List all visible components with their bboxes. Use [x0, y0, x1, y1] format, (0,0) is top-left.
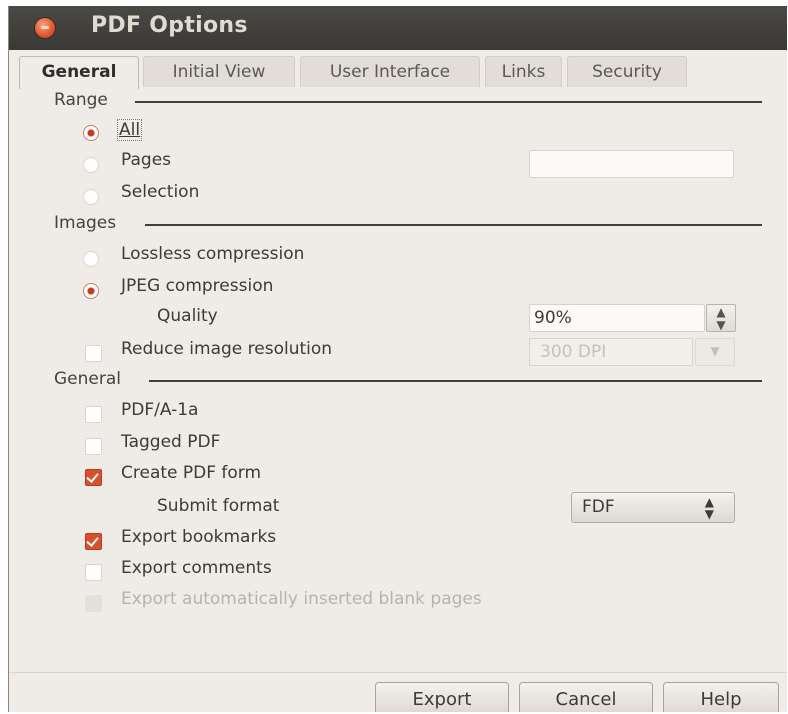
- images-divider: [145, 224, 762, 226]
- lossless-label[interactable]: Lossless compression: [121, 244, 304, 264]
- range-all-text: All: [119, 120, 141, 140]
- range-selection-radio[interactable]: [83, 189, 99, 205]
- resolution-dropdown-arrow-icon: ▼: [695, 338, 735, 366]
- pdf-options-dialog: PDF Options General Initial View User In…: [8, 6, 787, 712]
- range-section-label: Range: [54, 90, 108, 110]
- range-divider: [135, 101, 762, 103]
- general-section-label: General: [54, 369, 121, 389]
- tab-user-interface[interactable]: User Interface: [300, 56, 480, 87]
- tab-general[interactable]: General: [19, 56, 139, 89]
- tab-initial-view[interactable]: Initial View: [143, 56, 295, 87]
- reduce-resolution-checkbox[interactable]: [85, 345, 102, 362]
- general-divider: [149, 380, 762, 382]
- range-pages-radio[interactable]: [83, 157, 99, 173]
- close-icon[interactable]: [35, 18, 55, 38]
- reduce-resolution-label[interactable]: Reduce image resolution: [121, 339, 332, 359]
- range-all-label[interactable]: All: [117, 119, 143, 141]
- pdfa-label[interactable]: PDF/A-1a: [121, 400, 198, 420]
- pdfa-checkbox[interactable]: [85, 406, 102, 423]
- create-pdf-form-label[interactable]: Create PDF form: [121, 463, 261, 483]
- resolution-combo: 300 DPI: [529, 338, 693, 366]
- export-comments-checkbox[interactable]: [85, 564, 102, 581]
- title-bar: PDF Options: [9, 6, 787, 50]
- export-blank-pages-label: Export automatically inserted blank page…: [121, 589, 482, 609]
- submit-format-combo[interactable]: FDF ▲ ▼: [571, 492, 735, 523]
- button-area-divider: [9, 672, 787, 673]
- jpeg-label[interactable]: JPEG compression: [121, 276, 273, 296]
- export-comments-label[interactable]: Export comments: [121, 558, 272, 578]
- export-bookmarks-checkbox[interactable]: [85, 533, 102, 550]
- cancel-button[interactable]: Cancel: [519, 682, 653, 712]
- submit-format-value: FDF: [582, 497, 615, 517]
- create-pdf-form-checkbox[interactable]: [85, 469, 102, 486]
- submit-format-label: Submit format: [157, 496, 280, 516]
- lossless-radio[interactable]: [83, 251, 99, 267]
- jpeg-radio[interactable]: [83, 283, 99, 299]
- export-bookmarks-label[interactable]: Export bookmarks: [121, 527, 276, 547]
- tagged-pdf-label[interactable]: Tagged PDF: [121, 432, 220, 452]
- export-button[interactable]: Export: [375, 682, 509, 712]
- tab-links[interactable]: Links: [485, 56, 562, 87]
- pages-input[interactable]: [529, 150, 734, 178]
- updown-arrow-icon: ▲ ▼: [704, 495, 714, 521]
- export-blank-pages-checkbox: [85, 595, 102, 612]
- tagged-pdf-checkbox[interactable]: [85, 438, 102, 455]
- range-selection-label[interactable]: Selection: [121, 182, 199, 202]
- quality-input[interactable]: 90%: [529, 304, 705, 332]
- images-section-label: Images: [54, 213, 117, 233]
- quality-label: Quality: [157, 306, 218, 326]
- tab-security[interactable]: Security: [567, 56, 687, 87]
- window-title: PDF Options: [91, 13, 248, 38]
- range-all-radio[interactable]: [83, 125, 99, 141]
- range-pages-label[interactable]: Pages: [121, 150, 171, 170]
- help-button[interactable]: Help: [663, 682, 779, 712]
- quality-spinner[interactable]: ▲ ▼: [706, 304, 736, 332]
